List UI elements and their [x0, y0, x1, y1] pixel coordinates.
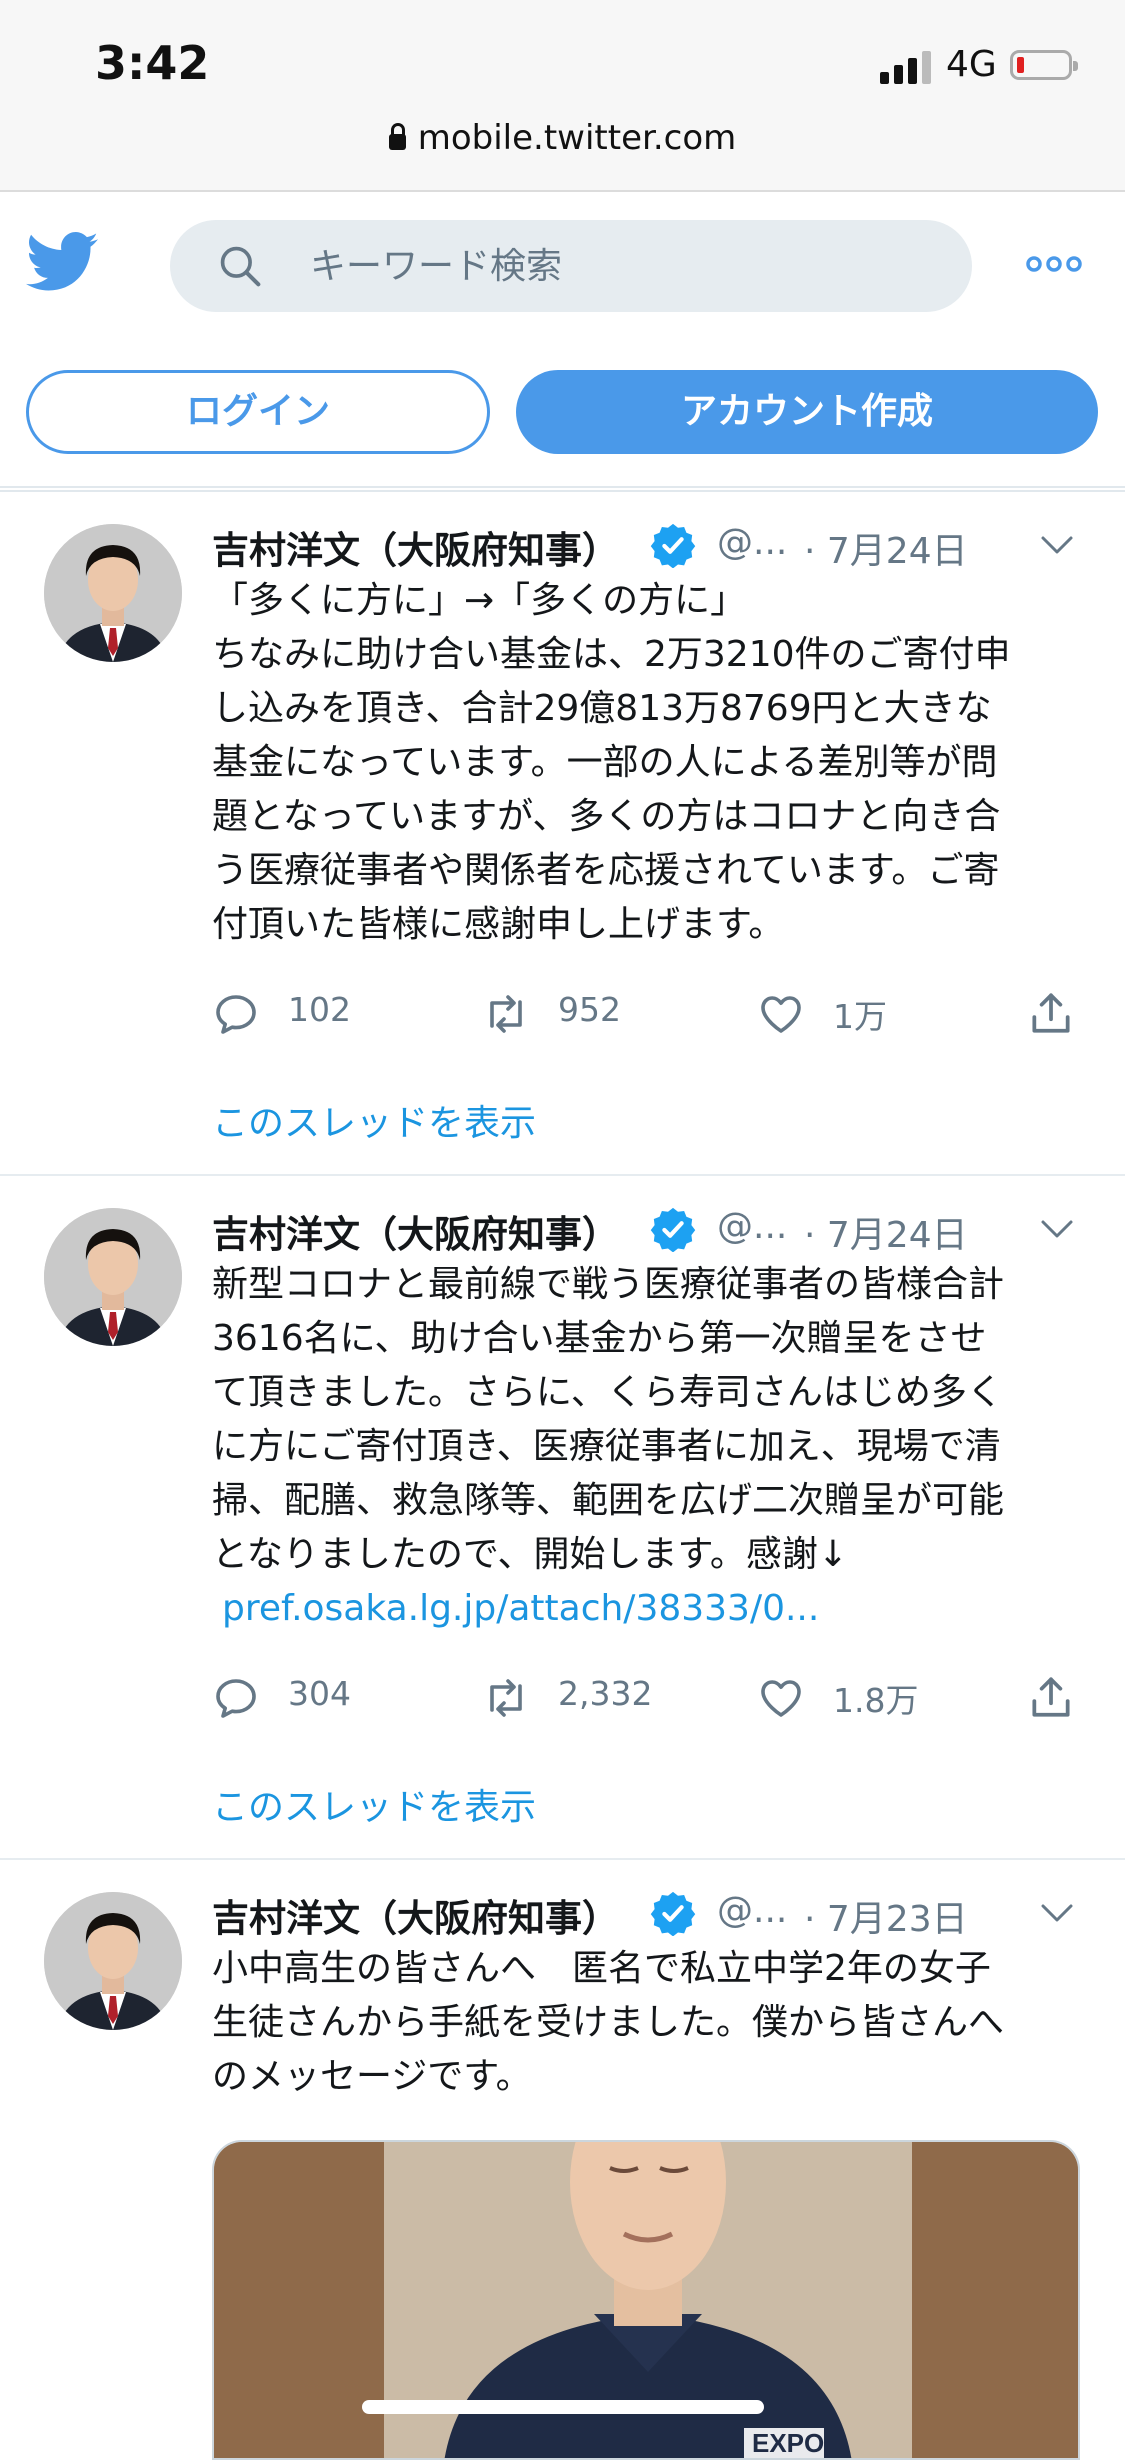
tweet-text: 新型コロナと最前線で戦う医療従事者の皆様合計 3616名に、助け合い基金から第一… — [212, 1258, 1082, 1636]
tweet-text: 小中高生の皆さんへ 匿名で私立中学2年の女子 生徒さんから手紙を受けました。僕か… — [212, 1942, 1082, 2104]
verified-badge-icon — [650, 1891, 696, 1936]
reply-icon — [216, 995, 256, 1034]
author-handle[interactable]: @... — [717, 1890, 787, 1931]
tweet-text: 「多くに方に」→「多くの方に」 ちなみに助け合い基金は、2万3210件のご寄付申… — [212, 574, 1082, 952]
avatar[interactable] — [44, 1892, 182, 2030]
browser-status-bar: 3:42 4G mobile.twitter.com — [0, 0, 1125, 190]
author-name[interactable]: 吉村洋文（大阪府知事） — [212, 1888, 619, 1942]
author-handle[interactable]: @... — [717, 1206, 787, 1247]
retweet-count: 2,332 — [558, 1674, 653, 1713]
tweet-date[interactable]: · 7月24日 — [804, 1206, 968, 1258]
tweet-actions: 102 952 1万 — [212, 984, 1092, 1044]
avatar[interactable] — [44, 1208, 182, 1346]
search-box[interactable] — [170, 220, 972, 312]
verified-badge-icon — [650, 523, 696, 568]
tweet-header: 吉村洋文（大阪府知事） @... · 7月24日 — [212, 1204, 1092, 1256]
tweet-line: のメッセージです。 — [212, 2056, 532, 2097]
chevron-down-icon[interactable] — [1038, 1214, 1076, 1244]
tweet-line: 新型コロナと最前線で戦う医療従事者の皆様合計 — [212, 1264, 1005, 1305]
author-name[interactable]: 吉村洋文（大阪府知事） — [212, 520, 619, 574]
retweet-count: 952 — [558, 990, 621, 1029]
show-thread-link[interactable]: このスレッドを表示 — [212, 1778, 536, 1830]
chevron-down-icon[interactable] — [1038, 530, 1076, 560]
search-input[interactable] — [310, 220, 930, 312]
tweet-line: ちなみに助け合い基金は、2万3210件のご寄付申 — [212, 634, 1011, 675]
heart-icon — [761, 996, 801, 1033]
tweet-line: 題となっていますが、多くの方はコロナと向き合 — [212, 796, 1001, 837]
shirt-logo-text: EXPO — [752, 2428, 825, 2458]
tweet-header: 吉村洋文（大阪府知事） @... · 7月23日 — [212, 1888, 1092, 1940]
address-bar[interactable]: mobile.twitter.com — [0, 118, 1125, 158]
tweet-divider — [0, 1174, 1125, 1176]
header-divider — [0, 486, 1125, 492]
share-icon[interactable] — [1026, 1672, 1076, 1722]
signup-button[interactable]: アカウント作成 — [516, 370, 1098, 454]
url-text: mobile.twitter.com — [417, 118, 737, 158]
reply-count: 102 — [288, 990, 351, 1029]
tweet-line: 掃、配膳、救急隊等、範囲を広げ二次贈呈が可能 — [212, 1480, 1005, 1521]
tweet-line: 小中高生の皆さんへ 匿名で私立中学2年の女子 — [212, 1948, 991, 1989]
tweet-line: 付頂いた皆様に感謝申し上げます。 — [212, 904, 785, 945]
reply-icon — [216, 1679, 256, 1718]
tweet-line: に方にご寄付頂き、医療従事者に加え、現場で清 — [212, 1426, 1001, 1467]
tweet-line: う医療従事者や関係者を応援されています。ご寄 — [212, 850, 1000, 891]
heart-icon — [761, 1680, 801, 1717]
like-count: 1.8万 — [833, 1681, 919, 1720]
more-options-icon[interactable] — [1024, 254, 1084, 274]
lock-icon — [388, 123, 406, 150]
tweet-line: 「多くに方に」→「多くの方に」 — [212, 580, 747, 621]
signal-icon — [880, 50, 932, 84]
show-thread-link[interactable]: このスレッドを表示 — [212, 1094, 536, 1146]
tweet-line: 3616名に、助け合い基金から第一次贈呈をさせ — [212, 1318, 987, 1359]
retweet-icon — [490, 995, 522, 1033]
tweet[interactable]: 吉村洋文（大阪府知事） @... · 7月24日 「多くに方に」→「多くの方に」… — [0, 494, 1125, 1174]
search-icon — [220, 246, 261, 287]
tweet-line: 生徒さんから手紙を受けました。僕から皆さんへ — [212, 2002, 1005, 2043]
tweet-line: 基金になっています。一部の人による差別等が問 — [212, 742, 998, 783]
status-time: 3:42 — [95, 36, 210, 90]
avatar[interactable] — [44, 524, 182, 662]
chevron-down-icon[interactable] — [1038, 1898, 1076, 1928]
tweet-actions: 304 2,332 1.8万 — [212, 1668, 1092, 1728]
home-indicator — [362, 2400, 764, 2414]
tweet-link[interactable]: pref.osaka.lg.jp/attach/38333/0... — [212, 1582, 1082, 1636]
tweet[interactable]: 吉村洋文（大阪府知事） @... · 7月24日 新型コロナと最前線で戦う医療従… — [0, 1178, 1125, 1858]
tweet-line: て頂きました。さらに、くら寿司さんはじめ多く — [212, 1372, 1003, 1413]
twitter-logo-icon[interactable] — [26, 232, 98, 292]
retweet-icon — [490, 1679, 522, 1717]
battery-icon — [1010, 50, 1078, 80]
tweet-line: となりましたので、開始します。感謝↓ — [212, 1534, 849, 1575]
tweet-divider — [0, 1858, 1125, 1860]
reply-count: 304 — [288, 1674, 351, 1713]
tweet-line: し込みを頂き、合計29億813万8769円と大きな — [212, 688, 992, 729]
tweet-header: 吉村洋文（大阪府知事） @... · 7月24日 — [212, 520, 1092, 572]
author-handle[interactable]: @... — [717, 522, 787, 563]
tweet-date[interactable]: · 7月23日 — [804, 1890, 968, 1942]
verified-badge-icon — [650, 1207, 696, 1252]
author-name[interactable]: 吉村洋文（大阪府知事） — [212, 1204, 619, 1258]
tweet-date[interactable]: · 7月24日 — [804, 522, 968, 574]
share-icon[interactable] — [1026, 988, 1076, 1038]
login-button[interactable]: ログイン — [26, 370, 490, 454]
network-label: 4G — [946, 44, 997, 85]
address-bar-divider — [0, 190, 1125, 192]
like-count: 1万 — [833, 997, 887, 1036]
